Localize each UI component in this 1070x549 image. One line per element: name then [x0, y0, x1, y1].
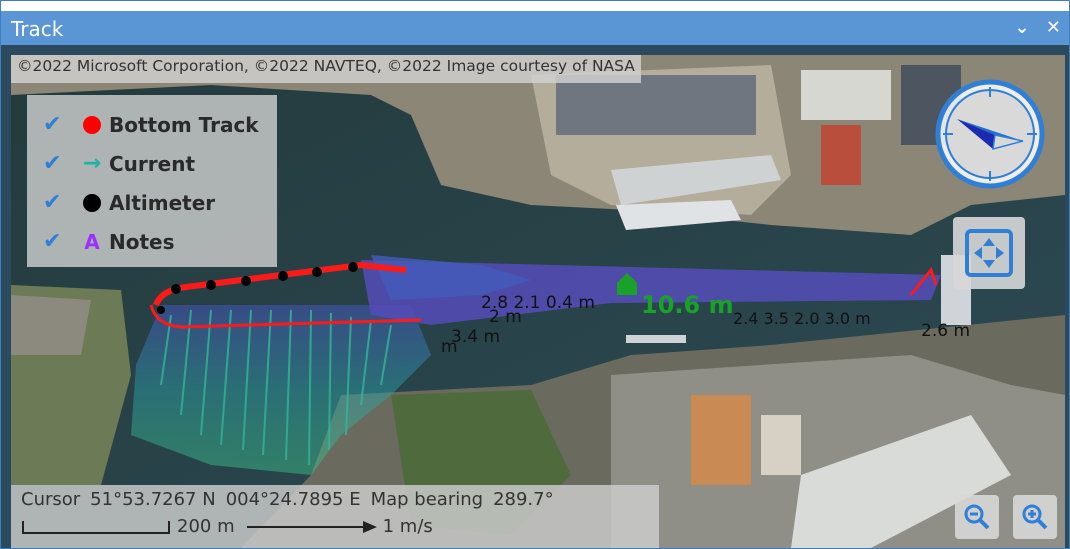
close-icon[interactable]: ✕ — [1046, 17, 1061, 38]
track-window: Track ⌄ ✕ 10.6 m 2.8 2.1 0.4 m 2 m 2.4 3… — [0, 0, 1070, 549]
scale-bar: 200 m 1 m/s — [21, 516, 649, 537]
legend-label: Altimeter — [109, 190, 216, 215]
cursor-label: Cursor — [21, 489, 81, 510]
status-panel: Cursor 51°53.7267 N 004°24.7895 E Map beari… — [11, 485, 659, 548]
depth-label-main: 10.6 m — [641, 291, 734, 319]
zoom-out-icon — [964, 504, 990, 530]
scale-speed: 1 m/s — [382, 516, 433, 537]
map-view[interactable]: 10.6 m 2.8 2.1 0.4 m 2 m 2.4 3.5 2.0 3.0… — [11, 55, 1065, 548]
map-legend: ✔ Bottom Track ✔ → Current ✔ Altimeter ✔… — [27, 95, 277, 267]
legend-label: Bottom Track — [109, 112, 259, 137]
cursor-latitude: 51°53.7267 N — [90, 489, 216, 510]
black-dot-icon — [81, 192, 103, 214]
legend-label: Current — [109, 151, 196, 176]
zoom-in-button[interactable] — [1013, 495, 1057, 539]
letter-a-icon: A — [84, 229, 100, 254]
distance-scale-icon — [22, 520, 170, 534]
title-buttons: ⌄ ✕ — [1005, 17, 1061, 38]
map-attribution: ©2022 Microsoft Corporation, ©2022 NAVTE… — [11, 55, 641, 83]
legend-label: Notes — [109, 229, 175, 254]
legend-item-bottom-track[interactable]: ✔ Bottom Track — [27, 105, 277, 144]
collapse-icon[interactable]: ⌄ — [1015, 17, 1030, 38]
depth-label-small-3: m — [441, 337, 458, 357]
bearing-value: 289.7° — [493, 489, 554, 510]
cursor-readout: Cursor 51°53.7267 N 004°24.7895 E Map beari… — [21, 489, 649, 510]
speed-arrow-icon — [246, 520, 377, 533]
red-dot-icon — [81, 114, 103, 136]
bearing-label: Map bearing — [370, 489, 484, 510]
move-arrows-icon — [965, 229, 1013, 277]
arrow-right-icon: → — [82, 151, 102, 176]
depth-label-small-2: 3.4 m — [451, 327, 500, 347]
depth-label-right: 2.6 m — [921, 321, 970, 341]
zoom-in-icon — [1022, 504, 1048, 530]
legend-item-current[interactable]: ✔ → Current — [27, 144, 277, 183]
depth-label-small-1: 2 m — [489, 307, 522, 327]
legend-item-notes[interactable]: ✔ A Notes — [27, 222, 277, 261]
zoom-out-button[interactable] — [955, 495, 999, 539]
bottom-track-checkbox-icon[interactable]: ✔ — [43, 113, 65, 136]
title-bar: Track ⌄ ✕ — [1, 1, 1069, 45]
altimeter-checkbox-icon[interactable]: ✔ — [43, 191, 65, 214]
fit-to-track-button[interactable] — [953, 217, 1025, 289]
current-checkbox-icon[interactable]: ✔ — [43, 152, 65, 175]
scale-distance: 200 m — [177, 516, 235, 537]
depth-label-cluttered-2: 2.4 3.5 2.0 3.0 m — [733, 309, 871, 328]
cursor-longitude: 004°24.7895 E — [225, 489, 361, 510]
window-title: Track — [11, 17, 64, 41]
compass-icon — [935, 79, 1045, 189]
notes-checkbox-icon[interactable]: ✔ — [43, 230, 65, 253]
compass-button[interactable] — [935, 79, 1045, 189]
legend-item-altimeter[interactable]: ✔ Altimeter — [27, 183, 277, 222]
